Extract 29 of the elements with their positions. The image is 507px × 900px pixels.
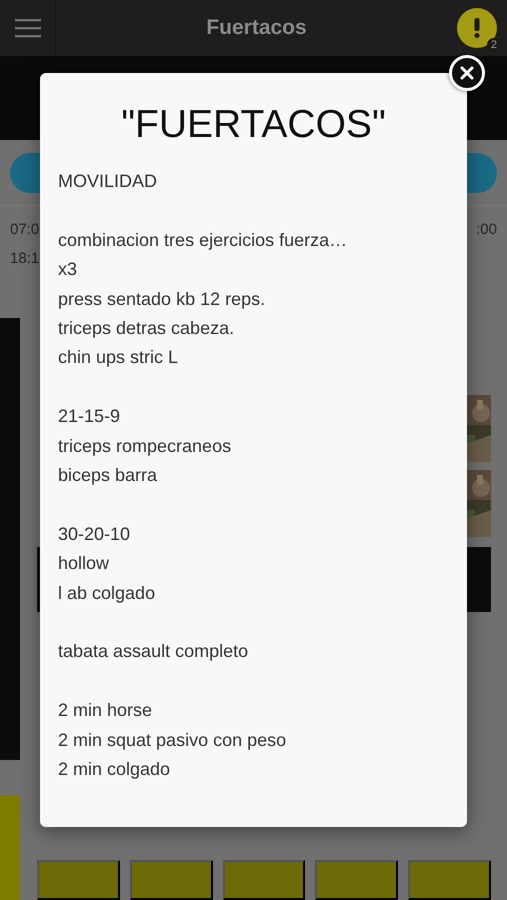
workout-line: biceps barra: [58, 464, 158, 488]
workout-line: 30-20-10: [58, 522, 132, 546]
day-tile[interactable]: [408, 860, 491, 900]
workout-line: 2 min horse: [58, 699, 154, 722]
exclamation-icon: [474, 18, 480, 38]
workout-line: triceps detras cabeza.: [58, 317, 236, 340]
workout-line: triceps rompecraneos: [58, 434, 232, 458]
workout-line: press sentado kb 12 reps.: [58, 288, 266, 311]
workout-line: chin ups stric L: [58, 346, 180, 370]
time-label: 18:1: [10, 250, 40, 267]
workout-line: x3: [58, 258, 78, 282]
modal-title: "FUERTACOS": [120, 102, 387, 148]
time-label: :00: [476, 221, 497, 238]
workout-line: MOVILIDAD: [58, 170, 158, 193]
app-title: Fuertacos: [205, 16, 308, 40]
time-label: 07:0: [10, 221, 40, 238]
workout-line: combinacion tres ejercicios fuerza…: [58, 228, 348, 252]
notification-count: 2: [486, 38, 501, 52]
day-tile[interactable]: [222, 860, 306, 900]
workout-line: hollow: [58, 552, 110, 576]
day-tile[interactable]: [130, 860, 213, 900]
workout-line: 2 min colgado: [58, 758, 172, 782]
workout-line: 2 min squat pasivo con peso: [58, 728, 288, 752]
workout-line: tabata assault completo: [58, 640, 250, 664]
day-tile[interactable]: [315, 860, 398, 900]
workout-line: l ab colgado: [58, 582, 156, 605]
day-tile[interactable]: [37, 860, 120, 900]
workout-line: 21-15-9: [58, 405, 122, 428]
close-icon: [460, 66, 474, 80]
